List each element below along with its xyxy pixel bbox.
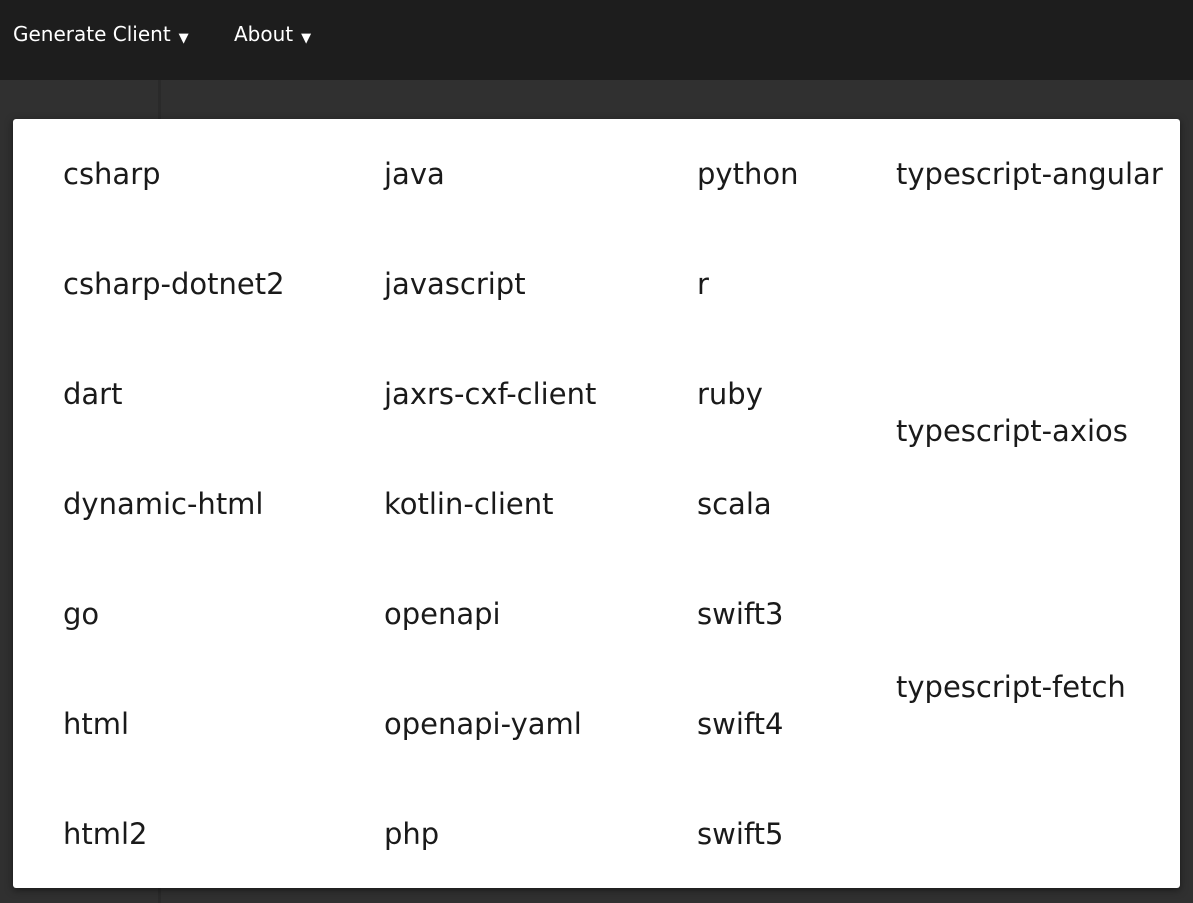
option-dynamic-html[interactable]: dynamic-html (63, 484, 264, 524)
option-java[interactable]: java (384, 154, 445, 194)
option-python[interactable]: python (697, 154, 798, 194)
caret-down-icon: ▼ (301, 31, 312, 46)
option-csharp[interactable]: csharp (63, 154, 161, 194)
option-javascript[interactable]: javascript (384, 264, 526, 304)
option-swift5[interactable]: swift5 (697, 814, 783, 854)
option-openapi-yaml[interactable]: openapi-yaml (384, 704, 582, 744)
option-typescript-angular[interactable]: typescript-angular (896, 154, 1163, 194)
caret-down-icon: ▼ (178, 31, 189, 46)
option-dart[interactable]: dart (63, 374, 122, 414)
generate-client-dropdown: csharp csharp-dotnet2 dart dynamic-html … (13, 119, 1180, 888)
option-html[interactable]: html (63, 704, 129, 744)
option-php[interactable]: php (384, 814, 439, 854)
option-scala[interactable]: scala (697, 484, 772, 524)
option-jaxrs-cxf-client[interactable]: jaxrs-cxf-client (384, 374, 596, 414)
option-kotlin-client[interactable]: kotlin-client (384, 484, 553, 524)
about-menu[interactable]: About ▼ (234, 20, 311, 48)
option-go[interactable]: go (63, 594, 99, 634)
option-typescript-axios[interactable]: typescript-axios (896, 411, 1128, 451)
generate-client-label: Generate Client (13, 22, 171, 46)
top-navbar: Generate Client ▼ About ▼ (0, 0, 1193, 80)
option-ruby[interactable]: ruby (697, 374, 763, 414)
option-html2[interactable]: html2 (63, 814, 148, 854)
generate-client-menu[interactable]: Generate Client ▼ (13, 20, 189, 48)
option-swift3[interactable]: swift3 (697, 594, 783, 634)
option-r[interactable]: r (697, 264, 709, 304)
about-label: About (234, 22, 294, 46)
option-openapi[interactable]: openapi (384, 594, 501, 634)
option-swift4[interactable]: swift4 (697, 704, 783, 744)
option-typescript-fetch[interactable]: typescript-fetch (896, 667, 1126, 707)
option-csharp-dotnet2[interactable]: csharp-dotnet2 (63, 264, 285, 304)
